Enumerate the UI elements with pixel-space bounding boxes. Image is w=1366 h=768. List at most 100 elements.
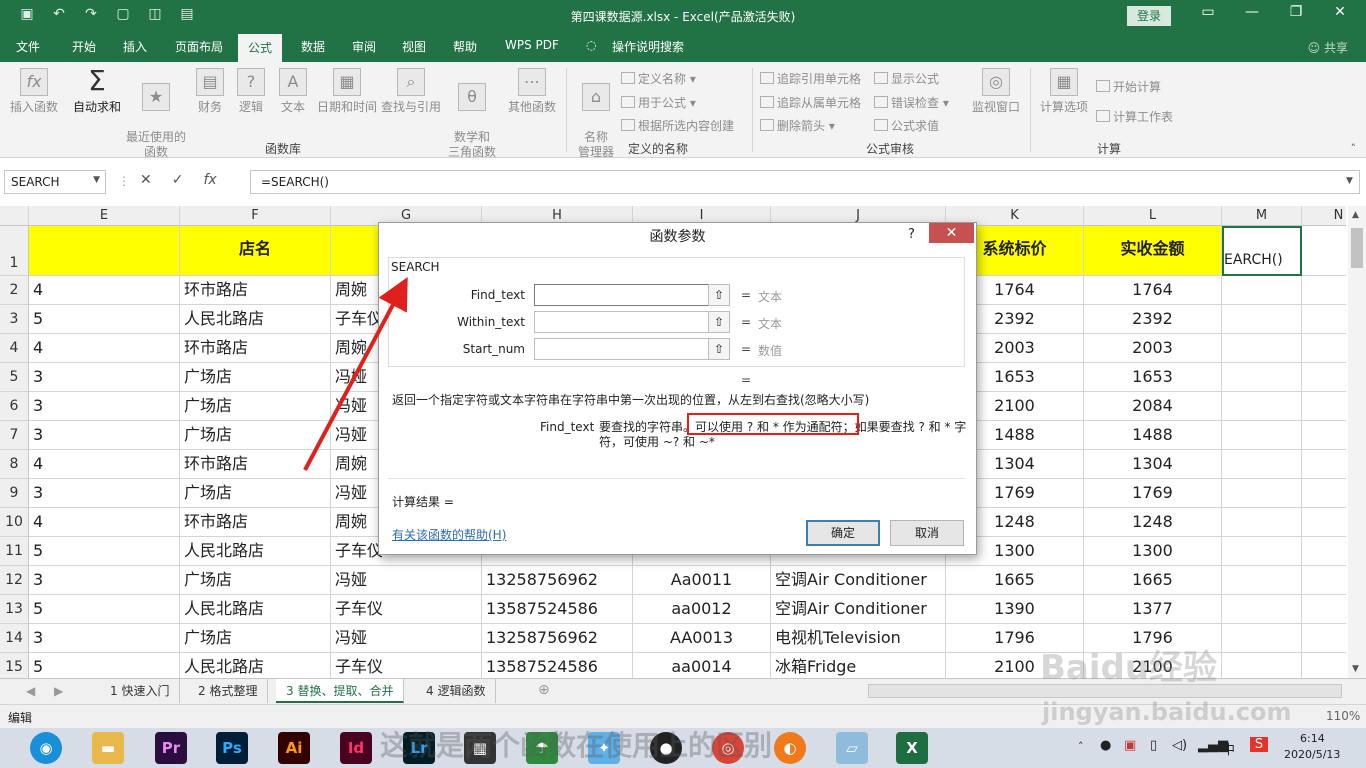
collapse-dialog-button[interactable]: ⇧ — [708, 284, 730, 306]
table-cell[interactable]: 1653 — [1084, 363, 1222, 392]
header-cell[interactable] — [1302, 226, 1346, 276]
table-cell[interactable] — [1302, 508, 1346, 537]
row-header[interactable]: 6 — [0, 392, 29, 421]
insert-function-button[interactable]: fx 插入函数 — [6, 68, 62, 115]
row-header[interactable]: 14 — [0, 624, 29, 653]
table-cell[interactable]: 4 — [29, 450, 180, 479]
trace-dependents-button[interactable]: 追踪从属单元格 — [760, 94, 861, 111]
table-cell[interactable]: 冰箱Fridge — [771, 653, 946, 678]
table-cell[interactable] — [1302, 653, 1346, 678]
find-text-input[interactable] — [534, 284, 728, 306]
table-cell[interactable] — [1222, 537, 1302, 566]
table-cell[interactable]: 1248 — [1084, 508, 1222, 537]
folder-icon[interactable]: ▬ — [92, 732, 124, 764]
evaluate-formula-button[interactable]: 公式求值 — [874, 117, 939, 134]
premiere-icon[interactable]: Pr — [155, 732, 187, 764]
tab-page-layout[interactable]: 页面布局 — [175, 38, 223, 55]
table-cell[interactable]: 1300 — [1084, 537, 1222, 566]
add-sheet-icon[interactable]: ⊕ — [538, 682, 550, 698]
table-cell[interactable]: 子车仪 — [331, 595, 482, 624]
tab-formulas[interactable]: 公式 — [238, 34, 283, 62]
name-manager-button[interactable]: ⌂ 名称 管理器 — [574, 68, 618, 160]
table-cell[interactable] — [1302, 450, 1346, 479]
row-header[interactable]: 1 — [0, 226, 29, 276]
table-cell[interactable] — [1302, 479, 1346, 508]
scroll-thumb[interactable] — [1351, 228, 1363, 268]
formula-input[interactable]: =SEARCH() — [250, 170, 1360, 194]
chevron-down-icon[interactable]: ▼ — [93, 175, 100, 185]
table-cell[interactable]: 空调Air Conditioner — [771, 595, 946, 624]
row-header[interactable]: 2 — [0, 276, 29, 305]
table-cell[interactable]: 5 — [29, 595, 180, 624]
text-button[interactable]: A 文本 — [276, 68, 310, 115]
active-cell[interactable]: EARCH() — [1222, 226, 1302, 276]
insert-function-icon[interactable]: fx — [203, 172, 216, 188]
calc-options-button[interactable]: ▦ 计算选项 — [1038, 68, 1090, 115]
table-cell[interactable] — [1222, 305, 1302, 334]
tray-battery-icon[interactable]: ▯ — [1150, 738, 1157, 753]
show-formulas-button[interactable]: 显示公式 — [874, 70, 939, 87]
select-all-corner[interactable] — [0, 206, 29, 226]
table-cell[interactable]: 3 — [29, 421, 180, 450]
table-cell[interactable]: 子车仪 — [331, 653, 482, 678]
row-header[interactable]: 9 — [0, 479, 29, 508]
browser-circle-icon[interactable]: ◉ — [30, 732, 62, 764]
table-cell[interactable]: 2003 — [1084, 334, 1222, 363]
table-cell[interactable] — [1302, 363, 1346, 392]
prev-sheet-icon[interactable]: ◀ — [26, 684, 35, 698]
table-cell[interactable] — [1302, 537, 1346, 566]
lookup-button[interactable]: ⌕ 查找与引用 — [380, 68, 442, 115]
table-cell[interactable]: 13258756962 — [482, 624, 633, 653]
header-cell[interactable] — [29, 226, 180, 276]
column-header[interactable]: N — [1302, 206, 1346, 226]
autosum-button[interactable]: Σ 自动求和 — [70, 67, 124, 115]
within-text-input[interactable] — [534, 311, 728, 333]
tray-security-icon[interactable]: ▣ — [1124, 738, 1136, 753]
define-name-button[interactable]: 定义名称 ▾ — [621, 70, 696, 87]
table-cell[interactable]: 广场店 — [180, 363, 331, 392]
row-header[interactable]: 13 — [0, 595, 29, 624]
clock-time[interactable]: 6:14 — [1300, 732, 1325, 745]
row-header[interactable]: 11 — [0, 537, 29, 566]
financial-button[interactable]: ▤ 财务 — [192, 68, 228, 115]
table-cell[interactable] — [1222, 479, 1302, 508]
table-cell[interactable]: 5 — [29, 305, 180, 334]
table-cell[interactable]: 人民北路店 — [180, 595, 331, 624]
indesign-icon[interactable]: Id — [340, 732, 372, 764]
table-cell[interactable]: 环市路店 — [180, 334, 331, 363]
column-header[interactable]: E — [29, 206, 180, 226]
minimize-icon[interactable]: — — [1230, 4, 1274, 20]
table-cell[interactable]: 环市路店 — [180, 508, 331, 537]
table-cell[interactable]: 1377 — [1084, 595, 1222, 624]
column-header[interactable]: L — [1084, 206, 1222, 226]
sheet-tab[interactable]: 4 逻辑函数 — [416, 679, 497, 703]
table-cell[interactable] — [1302, 624, 1346, 653]
ribbon-display-icon[interactable]: ▭ — [1186, 4, 1230, 20]
watch-window-button[interactable]: ◎ 监视窗口 — [968, 68, 1024, 115]
scroll-down-icon[interactable]: ▼ — [1352, 664, 1359, 674]
table-cell[interactable]: 1488 — [1084, 421, 1222, 450]
table-cell[interactable] — [1222, 421, 1302, 450]
table-cell[interactable]: 2392 — [1084, 305, 1222, 334]
table-cell[interactable]: aa0014 — [633, 653, 771, 678]
table-cell[interactable]: 13258756962 — [482, 566, 633, 595]
table-cell[interactable] — [1302, 566, 1346, 595]
sheet-tab[interactable]: 2 格式整理 — [188, 679, 269, 703]
start-num-input[interactable] — [534, 338, 728, 360]
table-cell[interactable] — [1302, 392, 1346, 421]
table-cell[interactable]: 1390 — [946, 595, 1084, 624]
math-trig-button[interactable]: θ 数学和 三角函数 — [444, 68, 500, 160]
sheet-tab[interactable]: 1 快速入门 — [100, 679, 181, 703]
tray-sogou-icon[interactable]: S — [1250, 737, 1268, 752]
table-cell[interactable]: 3 — [29, 566, 180, 595]
row-header[interactable]: 10 — [0, 508, 29, 537]
table-cell[interactable]: aa0012 — [633, 595, 771, 624]
close-icon[interactable]: ✕ — [1318, 4, 1362, 20]
table-cell[interactable]: 冯娅 — [331, 566, 482, 595]
expand-formula-bar-icon[interactable]: ▼ — [1346, 176, 1353, 186]
tab-insert[interactable]: 插入 — [123, 38, 147, 55]
table-cell[interactable] — [1222, 653, 1302, 678]
tell-me-search[interactable]: 操作说明搜索 — [612, 38, 684, 55]
table-cell[interactable] — [1302, 334, 1346, 363]
table-cell[interactable]: 人民北路店 — [180, 305, 331, 334]
